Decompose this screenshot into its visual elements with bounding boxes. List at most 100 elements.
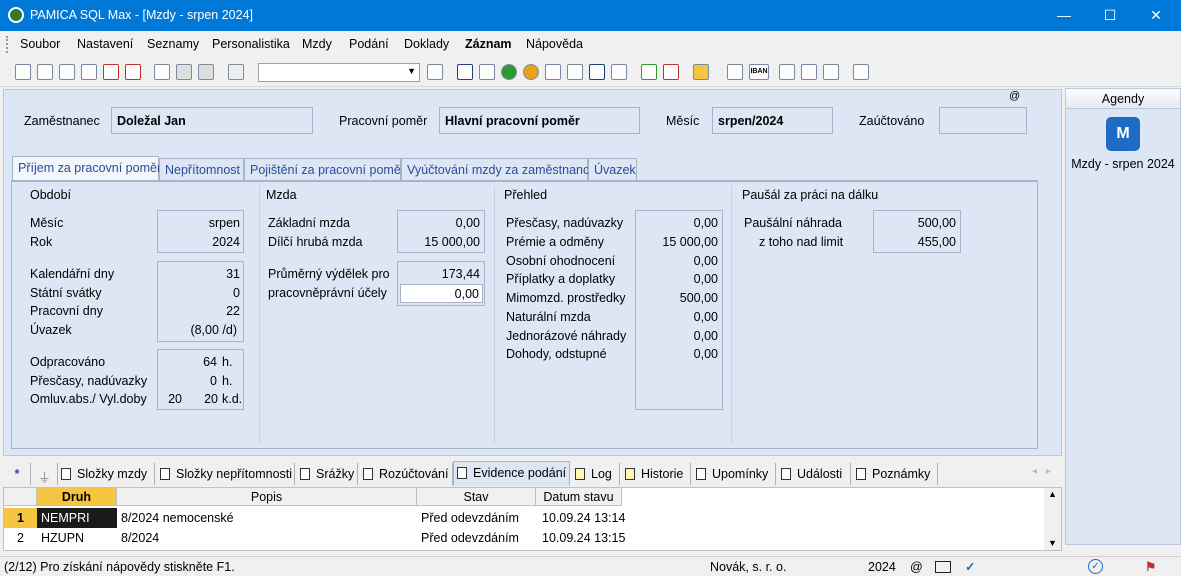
menu-napoveda[interactable]: Nápověda bbox=[526, 37, 583, 51]
tab-poznamky[interactable]: Poznámky bbox=[853, 463, 938, 485]
pdf-icon[interactable] bbox=[103, 64, 119, 80]
column-header-datum[interactable]: Datum stavu bbox=[536, 488, 622, 506]
toolbar-combo[interactable]: ▼ bbox=[258, 63, 420, 82]
payroll-agenda-icon[interactable]: M bbox=[1106, 117, 1140, 151]
minimize-button[interactable]: — bbox=[1041, 0, 1087, 31]
cell-datum[interactable]: 10.09.24 13:14 bbox=[542, 508, 625, 528]
calculator-icon[interactable] bbox=[727, 64, 743, 80]
copy-icon[interactable] bbox=[37, 64, 53, 80]
ok-icon[interactable]: ✓ bbox=[1088, 559, 1103, 574]
tab-uvazek[interactable]: Úvazek bbox=[588, 158, 637, 180]
preview-icon[interactable] bbox=[81, 64, 97, 80]
menu-personalistika[interactable]: Personalistika bbox=[212, 37, 290, 51]
calculate-icon[interactable] bbox=[545, 64, 561, 80]
tab-slozky-nepritomnosti[interactable]: Složky nepřítomnosti bbox=[157, 463, 295, 485]
red-flag-icon[interactable]: ⚑ bbox=[1145, 559, 1156, 574]
close-button[interactable]: ✕ bbox=[1133, 0, 1179, 31]
list-icon bbox=[300, 468, 310, 480]
message-icon[interactable] bbox=[589, 64, 605, 80]
tab-pojisteni[interactable]: Pojištění za pracovní poměr bbox=[244, 158, 405, 180]
clock-icon[interactable] bbox=[567, 64, 583, 80]
posted-field[interactable] bbox=[939, 107, 1027, 134]
column-header-druh[interactable]: Druh bbox=[37, 488, 117, 506]
tab-all[interactable]: * bbox=[5, 463, 31, 485]
tab-evidence-podani[interactable]: Evidence podání bbox=[453, 461, 570, 486]
menu-soubor[interactable]: Soubor bbox=[20, 37, 60, 51]
tab-scroll-left-icon[interactable]: ◂ bbox=[1032, 466, 1037, 477]
month-row-label: Měsíc bbox=[30, 216, 64, 230]
check-icon[interactable]: ✓ bbox=[965, 559, 975, 574]
add-document-icon[interactable] bbox=[611, 64, 627, 80]
tab-nepritomnost[interactable]: Nepřítomnost bbox=[159, 158, 244, 180]
iban-icon[interactable]: IBAN bbox=[749, 64, 769, 80]
tab-log[interactable]: Log bbox=[572, 463, 620, 485]
tab-historie[interactable]: Historie bbox=[622, 463, 691, 485]
cell-popis[interactable]: 8/2024 nemocenské bbox=[121, 508, 234, 528]
tab-vyuctovani[interactable]: Vyúčtování mzdy za zaměstnance bbox=[401, 158, 596, 180]
green-flag-icon[interactable] bbox=[641, 64, 657, 80]
cell-druh[interactable]: NEMPRI bbox=[37, 508, 117, 528]
menu-zaznam[interactable]: Záznam bbox=[465, 37, 512, 51]
menu-mzdy[interactable]: Mzdy bbox=[302, 37, 332, 51]
avg-earnings-input[interactable]: 0,00 bbox=[400, 284, 483, 303]
grid-scrollbar[interactable]: ▲ ▼ bbox=[1044, 488, 1061, 550]
overview-label: Příplatky a doplatky bbox=[506, 272, 616, 286]
table-icon[interactable] bbox=[823, 64, 839, 80]
employee-label: Zaměstnanec bbox=[24, 114, 100, 128]
tab-srazky[interactable]: Srážky bbox=[297, 463, 358, 485]
maximize-button[interactable]: ☐ bbox=[1087, 0, 1133, 31]
overtime-label: Přesčasy, nadúvazky bbox=[30, 374, 148, 388]
tab-udalosti[interactable]: Události bbox=[778, 463, 851, 485]
mail-icon[interactable] bbox=[935, 561, 951, 573]
folder-icon[interactable] bbox=[693, 64, 709, 80]
new-icon[interactable] bbox=[154, 64, 170, 80]
pdf-export-icon[interactable] bbox=[125, 64, 141, 80]
month-field[interactable]: srpen/2024 bbox=[712, 107, 833, 134]
column-header-stav[interactable]: Stav bbox=[417, 488, 536, 506]
person-orange-icon[interactable] bbox=[523, 64, 539, 80]
first-record-icon[interactable] bbox=[15, 64, 31, 80]
cell-popis[interactable]: 8/2024 bbox=[121, 528, 159, 548]
print-icon[interactable] bbox=[59, 64, 75, 80]
filter-icon[interactable]: ⏚ bbox=[33, 463, 58, 485]
wage-title: Mzda bbox=[266, 188, 297, 202]
mail-icon[interactable] bbox=[457, 64, 473, 80]
menu-nastaveni[interactable]: Nastavení bbox=[77, 37, 133, 51]
column-header-popis[interactable]: Popis bbox=[117, 488, 417, 506]
menu-podani[interactable]: Podání bbox=[349, 37, 389, 51]
agenda-panel: Agendy M Mzdy - srpen 2024 bbox=[1065, 88, 1181, 545]
row-number[interactable]: 1 bbox=[4, 508, 37, 528]
tab-prijem[interactable]: Příjem za pracovní poměr bbox=[12, 156, 161, 181]
scroll-down-icon[interactable]: ▼ bbox=[1048, 538, 1057, 548]
status-at: @ bbox=[910, 560, 923, 574]
filter-icon[interactable] bbox=[427, 64, 443, 80]
document-icon[interactable] bbox=[479, 64, 495, 80]
tab-label: Srážky bbox=[316, 467, 355, 481]
scroll-up-icon[interactable]: ▲ bbox=[1048, 489, 1057, 499]
row-number[interactable]: 2 bbox=[4, 528, 37, 548]
tab-rozuctovani[interactable]: Rozúčtování bbox=[360, 463, 453, 485]
tab-slozky-mzdy[interactable]: Složky mzdy bbox=[58, 463, 155, 485]
list-icon[interactable] bbox=[801, 64, 817, 80]
save-icon[interactable] bbox=[176, 64, 192, 80]
paste-icon[interactable] bbox=[228, 64, 244, 80]
cell-stav[interactable]: Před odevzdáním bbox=[421, 508, 519, 528]
divider bbox=[494, 186, 495, 444]
person-green-icon[interactable] bbox=[501, 64, 517, 80]
cell-datum[interactable]: 10.09.24 13:15 bbox=[542, 528, 625, 548]
cell-druh[interactable]: HZUPN bbox=[41, 528, 84, 548]
records-grid: Druh Popis Stav Datum stavu 1 NEMPRI 8/2… bbox=[3, 487, 1062, 551]
cell-stav[interactable]: Před odevzdáním bbox=[421, 528, 519, 548]
tab-scroll-right-icon[interactable]: ▸ bbox=[1046, 466, 1051, 477]
menu-seznamy[interactable]: Seznamy bbox=[147, 37, 199, 51]
tab-upominky[interactable]: Upomínky bbox=[693, 463, 776, 485]
contract-field[interactable]: Hlavní pracovní poměr bbox=[439, 107, 640, 134]
agenda-item-label[interactable]: Mzdy - srpen 2024 bbox=[1066, 157, 1180, 171]
calendar-days-value: 31 bbox=[226, 267, 240, 281]
help-icon[interactable] bbox=[853, 64, 869, 80]
window-icon[interactable] bbox=[779, 64, 795, 80]
save-all-icon[interactable] bbox=[198, 64, 214, 80]
employee-field[interactable]: Doležal Jan bbox=[111, 107, 313, 134]
menu-doklady[interactable]: Doklady bbox=[404, 37, 449, 51]
red-flag-icon[interactable] bbox=[663, 64, 679, 80]
